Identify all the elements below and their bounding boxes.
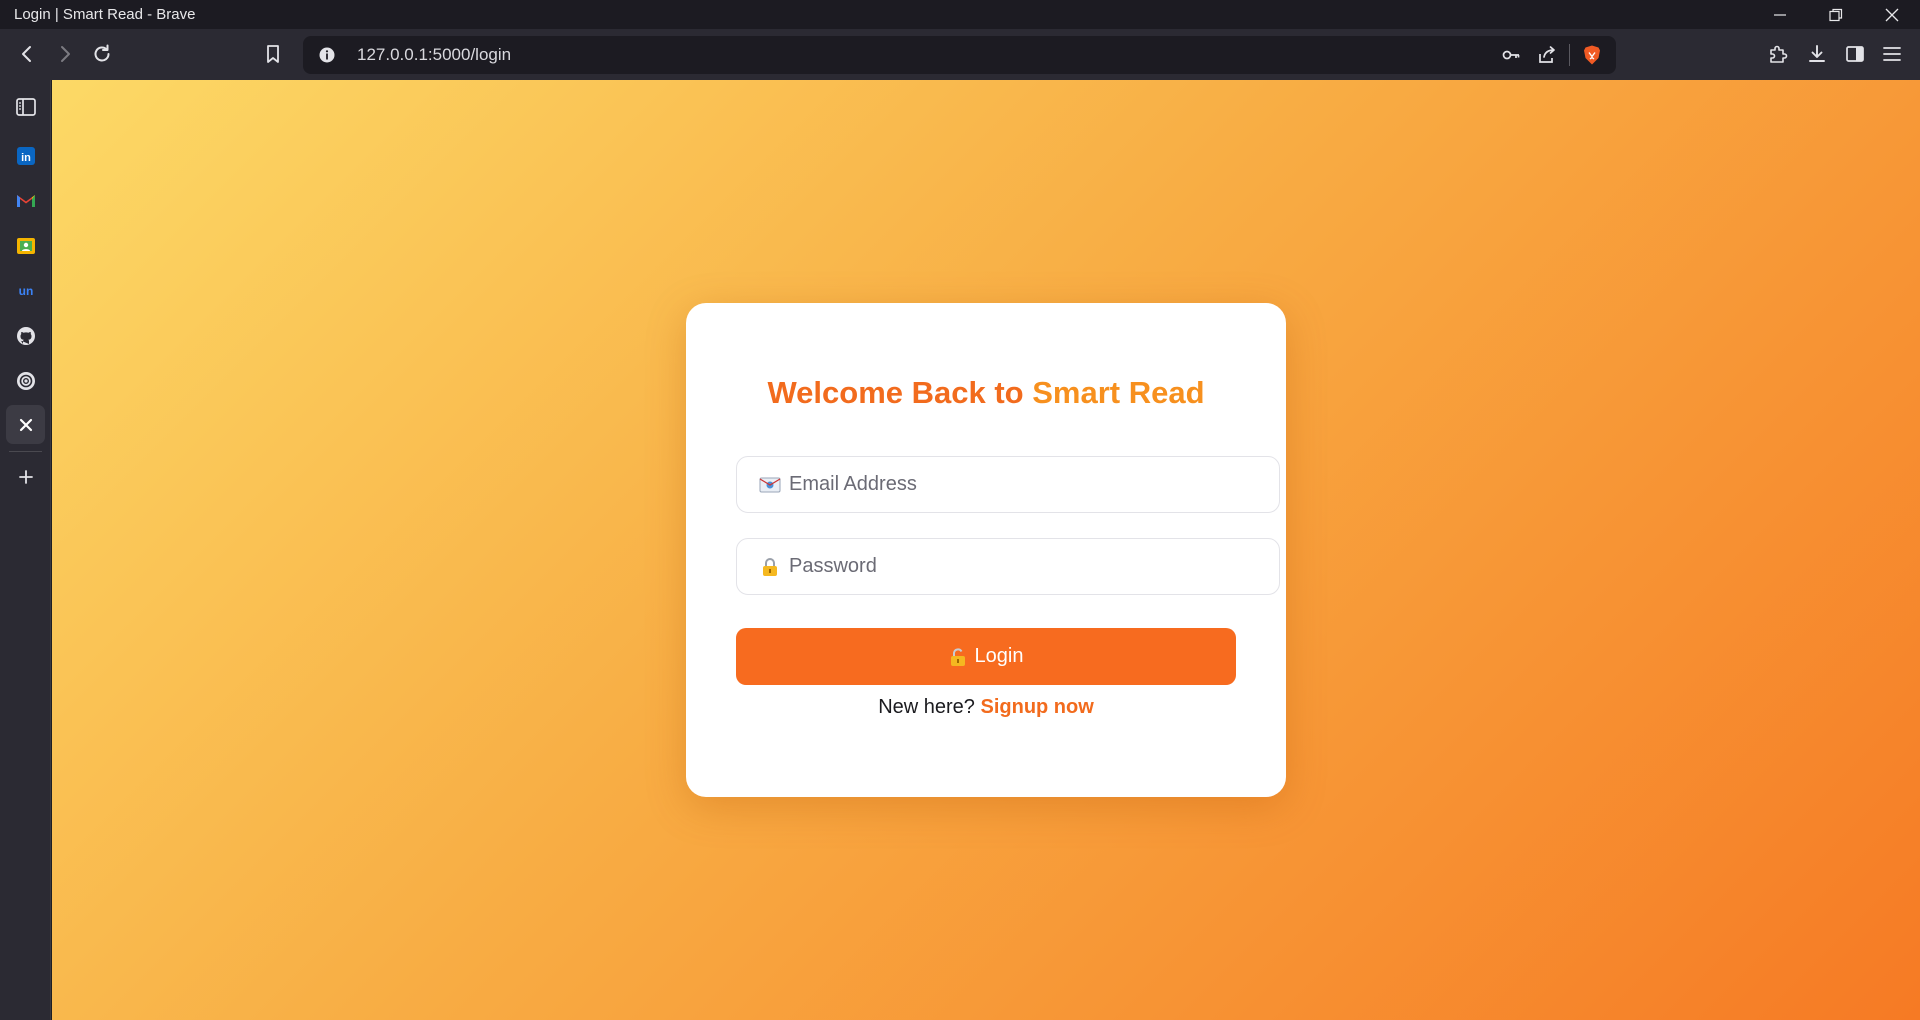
email-input[interactable] xyxy=(789,473,1279,496)
svg-text:in: in xyxy=(21,152,31,164)
unlock-icon xyxy=(949,647,967,667)
key-icon xyxy=(1502,50,1520,60)
add-icon xyxy=(18,469,33,484)
main-menu-button[interactable] xyxy=(1873,35,1911,73)
reload-button[interactable] xyxy=(83,35,121,73)
bookmark-button[interactable] xyxy=(254,35,292,73)
extensions-button[interactable] xyxy=(1759,35,1797,73)
sidebar-linkedin[interactable]: in xyxy=(6,136,45,175)
window-title: Login | Smart Read - Brave xyxy=(14,6,196,23)
minimize-icon xyxy=(1774,13,1786,16)
restore-button[interactable] xyxy=(1808,0,1864,29)
bookmark-icon xyxy=(267,45,279,63)
browser-toolbar: 127.0.0.1:5000/login xyxy=(0,29,1920,80)
sidebar-panel-button[interactable] xyxy=(6,87,45,126)
login-button[interactable]: Login xyxy=(736,628,1236,685)
back-icon xyxy=(22,46,31,62)
sidebar-github[interactable] xyxy=(6,316,45,355)
lock-icon xyxy=(759,556,781,578)
svg-text:un: un xyxy=(18,284,33,298)
minimize-button[interactable] xyxy=(1752,0,1808,29)
close-window-button[interactable] xyxy=(1864,0,1920,29)
share-icon xyxy=(1539,46,1555,63)
password-field[interactable] xyxy=(736,538,1280,595)
password-key-button[interactable] xyxy=(1493,37,1529,73)
contacts-icon xyxy=(16,237,35,254)
email-field[interactable] xyxy=(736,456,1280,513)
back-button[interactable] xyxy=(8,35,46,73)
download-icon xyxy=(1809,45,1825,62)
sidebar-unstop[interactable]: un xyxy=(6,271,45,310)
sidebar-divider xyxy=(9,451,42,452)
menu-icon xyxy=(1883,47,1901,61)
login-button-label: Login xyxy=(974,645,1024,667)
extensions-icon xyxy=(1770,45,1788,63)
gmail-icon xyxy=(16,194,35,207)
url-text[interactable]: 127.0.0.1:5000/login xyxy=(357,45,1493,65)
reload-icon xyxy=(94,44,110,62)
login-card: Welcome Back to Smart Read Login New her… xyxy=(686,303,1286,797)
github-icon xyxy=(16,326,35,345)
restore-icon xyxy=(1829,8,1843,21)
x-icon xyxy=(19,418,32,431)
close-icon xyxy=(1885,8,1899,21)
site-info-button[interactable] xyxy=(309,37,345,73)
signup-prompt: New here? Signup now xyxy=(736,696,1236,719)
brand-name: Smart Read xyxy=(1032,375,1205,410)
page-content: Welcome Back to Smart Read Login New her… xyxy=(52,80,1920,1020)
forward-icon xyxy=(61,46,70,62)
sidebar-toggle-icon xyxy=(1846,46,1864,62)
sidebar-panel-icon xyxy=(15,97,36,116)
address-bar[interactable]: 127.0.0.1:5000/login xyxy=(303,36,1616,74)
sidebar-contacts[interactable] xyxy=(6,226,45,265)
downloads-button[interactable] xyxy=(1798,35,1836,73)
sidebar-chatgpt[interactable] xyxy=(6,361,45,400)
browser-sidebar: in un xyxy=(0,80,51,1020)
brave-shields-icon xyxy=(1584,45,1600,65)
signup-prompt-text: New here? xyxy=(878,696,981,718)
sidebar-gmail[interactable] xyxy=(6,181,45,220)
forward-button[interactable] xyxy=(46,35,84,73)
chatgpt-icon xyxy=(16,371,35,390)
sidebar-add-button[interactable] xyxy=(6,457,45,496)
envelope-icon xyxy=(759,474,781,496)
title-prefix: Welcome Back to xyxy=(767,375,1033,410)
sidebar-toggle-button[interactable] xyxy=(1836,35,1874,73)
unstop-icon: un xyxy=(18,284,33,298)
brave-shields-button[interactable] xyxy=(1574,37,1610,73)
signup-link[interactable]: Signup now xyxy=(980,696,1093,718)
share-button[interactable] xyxy=(1529,37,1565,73)
page-title: Welcome Back to Smart Read xyxy=(686,375,1286,411)
sidebar-x[interactable] xyxy=(6,405,45,444)
site-info-icon xyxy=(319,47,335,63)
linkedin-icon: in xyxy=(16,146,35,165)
password-input[interactable] xyxy=(789,555,1279,578)
title-bar: Login | Smart Read - Brave xyxy=(0,0,1920,29)
